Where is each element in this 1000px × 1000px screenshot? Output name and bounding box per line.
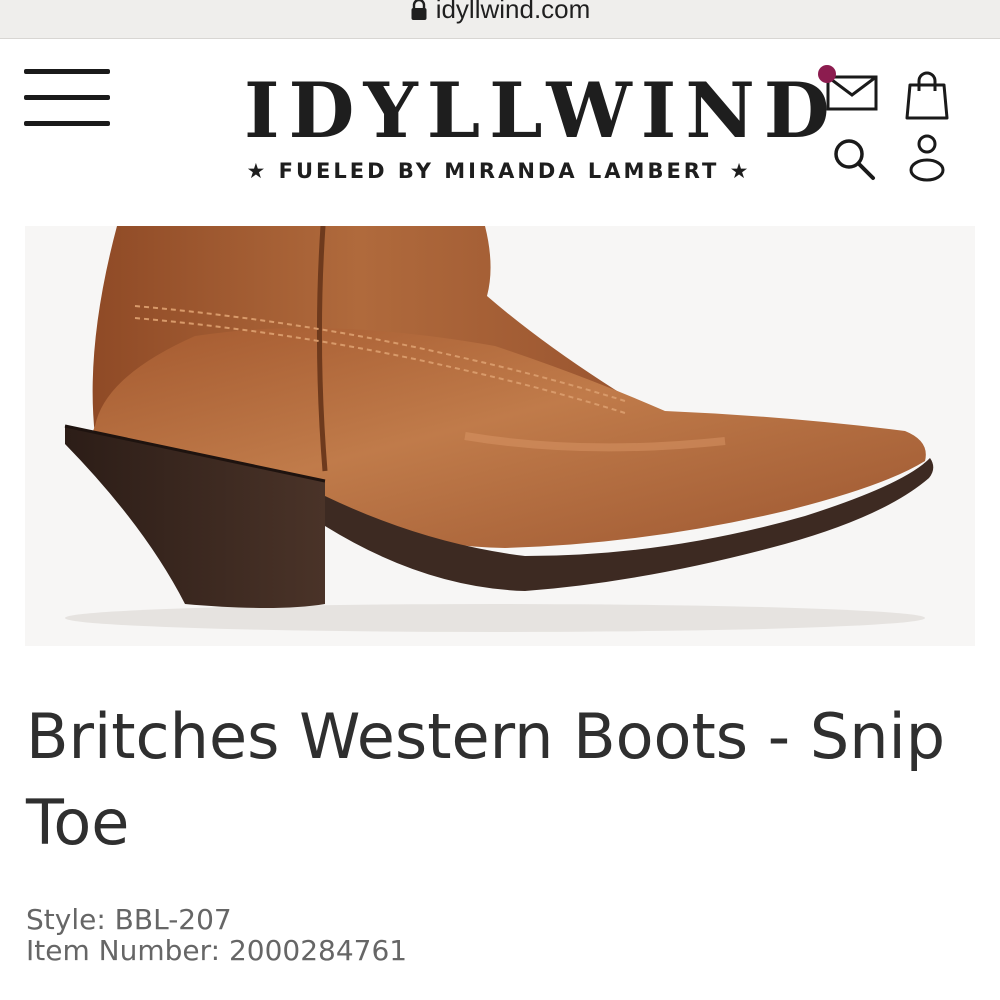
mail-button[interactable]	[818, 65, 880, 113]
style-label: Style:	[26, 903, 106, 936]
site-header: IDYLLWIND ★ FUELED BY MIRANDA LAMBERT ★	[0, 39, 1000, 219]
style-value: BBL-207	[114, 903, 232, 936]
boot-image	[64, 226, 934, 632]
product-item-number: Item Number: 2000284761	[26, 935, 407, 966]
account-button[interactable]	[906, 131, 948, 183]
lock-icon	[411, 0, 427, 20]
item-number-label: Item Number:	[26, 934, 221, 967]
item-number-value: 2000284761	[228, 934, 408, 967]
search-button[interactable]	[830, 135, 878, 183]
product-image[interactable]	[25, 226, 975, 646]
search-icon	[834, 139, 875, 180]
account-icon	[909, 134, 945, 182]
product-style: Style: BBL-207	[26, 904, 407, 935]
site-logo[interactable]: IDYLLWIND ★ FUELED BY MIRANDA LAMBERT ★	[244, 66, 839, 184]
url-text: idyllwind.com	[435, 0, 591, 24]
shopping-bag-icon	[905, 71, 949, 120]
menu-button[interactable]	[24, 65, 110, 129]
menu-icon-bar	[24, 121, 110, 126]
notification-dot	[818, 65, 836, 83]
menu-icon-bar	[24, 95, 110, 100]
cart-button[interactable]	[904, 71, 950, 121]
menu-icon-bar	[24, 69, 110, 74]
browser-url-bar[interactable]: idyllwind.com	[0, 0, 1000, 39]
product-title: Britches Western Boots - Snip Toe	[26, 700, 946, 859]
url-display[interactable]: idyllwind.com	[410, 0, 591, 25]
logo-tagline: ★ FUELED BY MIRANDA LAMBERT ★	[246, 159, 752, 183]
product-meta: Style: BBL-207 Item Number: 2000284761	[26, 904, 407, 966]
logo-wordmark: IDYLLWIND	[244, 66, 839, 155]
